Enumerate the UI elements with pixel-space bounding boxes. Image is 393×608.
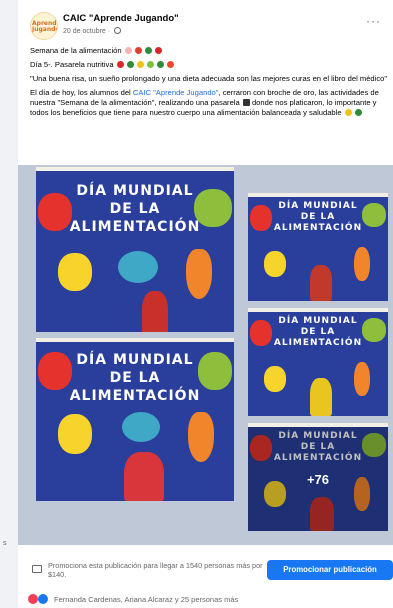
left-column-letter: s [3,540,7,547]
avocado-decoration [194,189,232,227]
promotion-text: Promociona esta publicación para llegar … [48,561,263,579]
apple-decoration [250,205,272,231]
apple-decoration [250,320,272,346]
broccoli-emoji-icon [144,47,152,54]
post-line-1: Semana de la alimentación [30,46,389,56]
photo-2[interactable]: DÍA MUNDIAL DE LA ALIMENTACIÓN [36,338,234,501]
avocado-decoration [198,352,232,390]
photo-1[interactable]: DÍA MUNDIAL DE LA ALIMENTACIÓN [36,167,234,332]
avatar-logo-text: Aprende Jugando [32,20,58,33]
carrot-decoration [188,412,214,462]
carrot-decoration [186,249,212,299]
avocado-decoration [362,203,386,227]
post-line-3: "Una buena risa, un sueño prolongado y u… [30,74,388,83]
carrot-decoration [354,247,370,281]
photo-2-banner-line3: ALIMENTACIÓN [69,388,201,404]
promotion-bar: Promociona esta publicación para llegar … [18,556,393,586]
broccoli-emoji-icon-2 [354,109,362,116]
love-reaction-icon [28,594,38,604]
carrot-decoration [354,362,370,396]
pineapple-decoration [58,414,92,454]
child-figure [310,265,332,301]
earth-decoration [118,251,158,283]
camera-emoji-icon [242,99,250,106]
carrot-emoji-icon-2 [167,61,175,68]
child-figure [142,291,168,332]
more-photos-overlay[interactable]: +76 [248,427,388,531]
tomato-emoji-icon [116,61,124,68]
cucumber-emoji-icon [147,61,155,68]
globe-icon [114,27,122,34]
heart-emoji-icon [124,47,132,54]
banana-emoji-icon [136,61,144,68]
reactions-bar[interactable]: Fernanda Cardenas, Ariana Alcaraz y 25 p… [28,594,388,606]
post-line-4: El día de hoy, los alumnos del CAIC "Apr… [30,88,389,118]
apple-emoji-icon [155,47,163,54]
avocado-decoration [362,318,386,342]
pineapple-decoration [58,253,92,291]
apple-decoration [38,352,72,390]
photo-5[interactable]: DÍA MUNDIAL DE LA ALIMENTACIÓN +76 [248,423,388,531]
lettuce-emoji-icon [126,61,134,68]
like-reaction-icon [38,594,48,604]
pineapple-decoration [264,366,286,392]
page-avatar[interactable]: Aprende Jugando [30,12,58,40]
more-options-button[interactable]: ··· [366,14,381,28]
post-line-2: Día 5-. Pasarela nutritiva [30,60,389,70]
pineapple-decoration [264,251,286,277]
herb-emoji-icon [157,61,165,68]
post-meta: 20 de octubre · [63,27,122,35]
post-header: Aprende Jugando CAIC "Aprende Jugando" 2… [30,12,385,42]
page-name[interactable]: CAIC "Aprende Jugando" [63,13,179,24]
photo-3[interactable]: DÍA MUNDIAL DE LA ALIMENTACIÓN [248,193,388,301]
page-mention-link[interactable]: CAIC "Aprende Jugando" [133,88,219,97]
photo-grid: DÍA MUNDIAL DE LA ALIMENTACIÓN DÍA MUNDI… [18,165,393,545]
muscle-emoji-icon [344,109,352,116]
child-figure [124,452,164,501]
promote-post-button[interactable]: Promocionar publicación [267,560,393,580]
post-line-4-start: El día de hoy, los alumnos del [30,88,133,97]
reactions-text[interactable]: Fernanda Cardenas, Ariana Alcaraz y 25 p… [54,595,238,604]
child-figure [310,378,332,416]
post-date[interactable]: 20 de octubre [63,28,106,35]
photo-4[interactable]: DÍA MUNDIAL DE LA ALIMENTACIÓN [248,308,388,416]
apple-decoration [38,193,72,231]
carrot-emoji-icon [134,47,142,54]
megaphone-icon [32,565,42,573]
left-column-strip: s [0,0,18,608]
meta-separator: · [107,28,113,35]
post-line-1-text: Semana de la alimentación [30,46,122,55]
earth-decoration [122,412,160,442]
post-line-2-text: Día 5-. Pasarela nutritiva [30,60,114,69]
post-text: Semana de la alimentación Día 5-. Pasare… [30,46,389,122]
